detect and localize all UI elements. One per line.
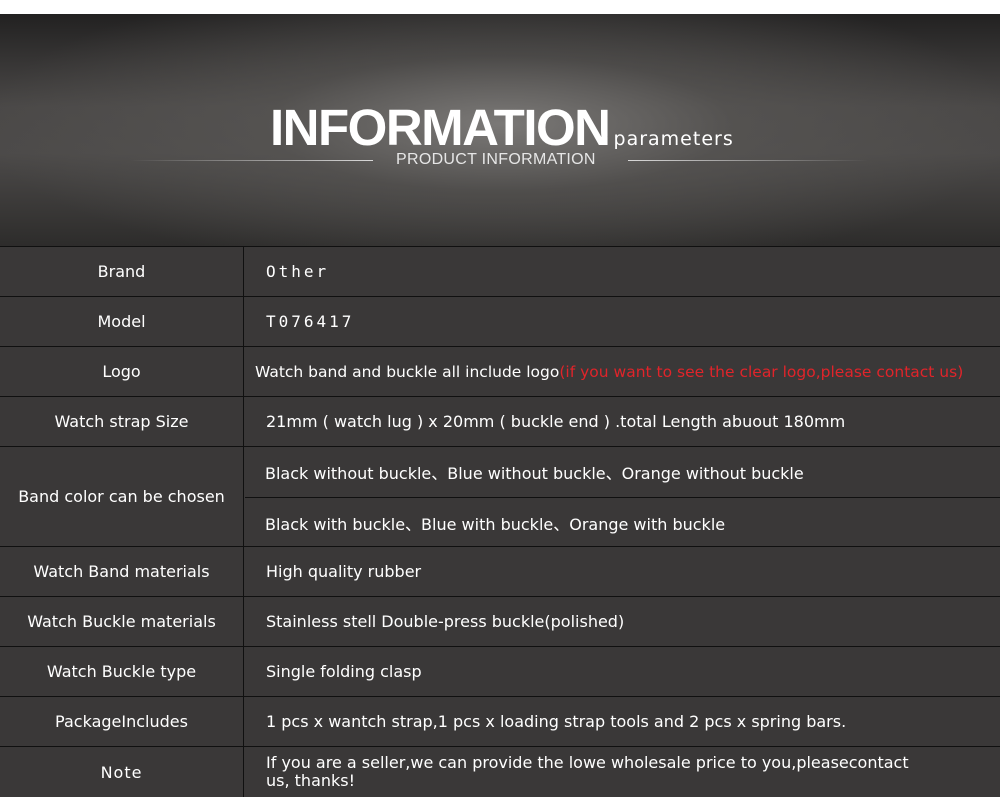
subtitle-rule-right bbox=[628, 160, 868, 161]
logo-text: Watch band and buckle all include logo bbox=[255, 362, 560, 381]
row-size: Watch strap Size 21mm ( watch lug ) x 20… bbox=[0, 396, 1000, 446]
label-color: Band color can be chosen bbox=[0, 447, 244, 546]
label-buckle-material: Watch Buckle materials bbox=[0, 597, 244, 646]
value-package: 1 pcs x wantch strap,1 pcs x loading str… bbox=[266, 712, 847, 731]
row-color: Band color can be chosen Black without b… bbox=[0, 446, 1000, 546]
value-band-material: High quality rubber bbox=[266, 562, 422, 581]
row-package: PackageIncludes 1 pcs x wantch strap,1 p… bbox=[0, 696, 1000, 746]
subtitle-rule-left bbox=[130, 160, 373, 161]
value-brand: Other bbox=[266, 262, 330, 281]
row-logo: Logo Watch band and buckle all include l… bbox=[0, 346, 1000, 396]
info-header: INFORMATION parameters PRODUCT INFORMATI… bbox=[0, 14, 1000, 246]
row-buckle-type: Watch Buckle type Single folding clasp bbox=[0, 646, 1000, 696]
value-logo: Watch band and buckle all include logo (… bbox=[245, 347, 1000, 396]
info-panel: INFORMATION parameters PRODUCT INFORMATI… bbox=[0, 14, 1000, 797]
label-brand: Brand bbox=[0, 247, 244, 296]
label-package: PackageIncludes bbox=[0, 697, 244, 746]
spec-table: Brand Other Model T076417 Logo Watch ban… bbox=[0, 246, 1000, 797]
label-band-material: Watch Band materials bbox=[0, 547, 244, 596]
row-note: Note If you are a seller,we can provide … bbox=[0, 746, 1000, 797]
value-note-cell: If you are a seller,we can provide the l… bbox=[245, 747, 1000, 797]
title-suffix: parameters bbox=[613, 128, 734, 150]
title-block: INFORMATION parameters bbox=[270, 98, 734, 158]
value-size: 21mm ( watch lug ) x 20mm ( buckle end )… bbox=[266, 412, 846, 431]
value-note: If you are a seller,we can provide the l… bbox=[266, 753, 909, 790]
value-buckle-type: Single folding clasp bbox=[266, 662, 422, 681]
value-color-option-2: Black with buckle、Blue with buckle、Orang… bbox=[245, 497, 1000, 547]
label-model: Model bbox=[0, 297, 244, 346]
label-note: Note bbox=[0, 747, 244, 797]
row-brand: Brand Other bbox=[0, 246, 1000, 296]
label-buckle-type: Watch Buckle type bbox=[0, 647, 244, 696]
logo-contact-note: (if you want to see the clear logo,pleas… bbox=[559, 362, 964, 381]
value-buckle-material: Stainless stell Double-press buckle(poli… bbox=[266, 612, 625, 631]
row-buckle-material: Watch Buckle materials Stainless stell D… bbox=[0, 596, 1000, 646]
subtitle: PRODUCT INFORMATION bbox=[396, 151, 596, 168]
label-size: Watch strap Size bbox=[0, 397, 244, 446]
title-main: INFORMATION bbox=[270, 99, 611, 156]
label-logo: Logo bbox=[0, 347, 244, 396]
row-band-material: Watch Band materials High quality rubber bbox=[0, 546, 1000, 596]
value-color-option-1: Black without buckle、Blue without buckle… bbox=[265, 464, 804, 483]
row-model: Model T076417 bbox=[0, 296, 1000, 346]
value-model: T076417 bbox=[266, 312, 355, 331]
